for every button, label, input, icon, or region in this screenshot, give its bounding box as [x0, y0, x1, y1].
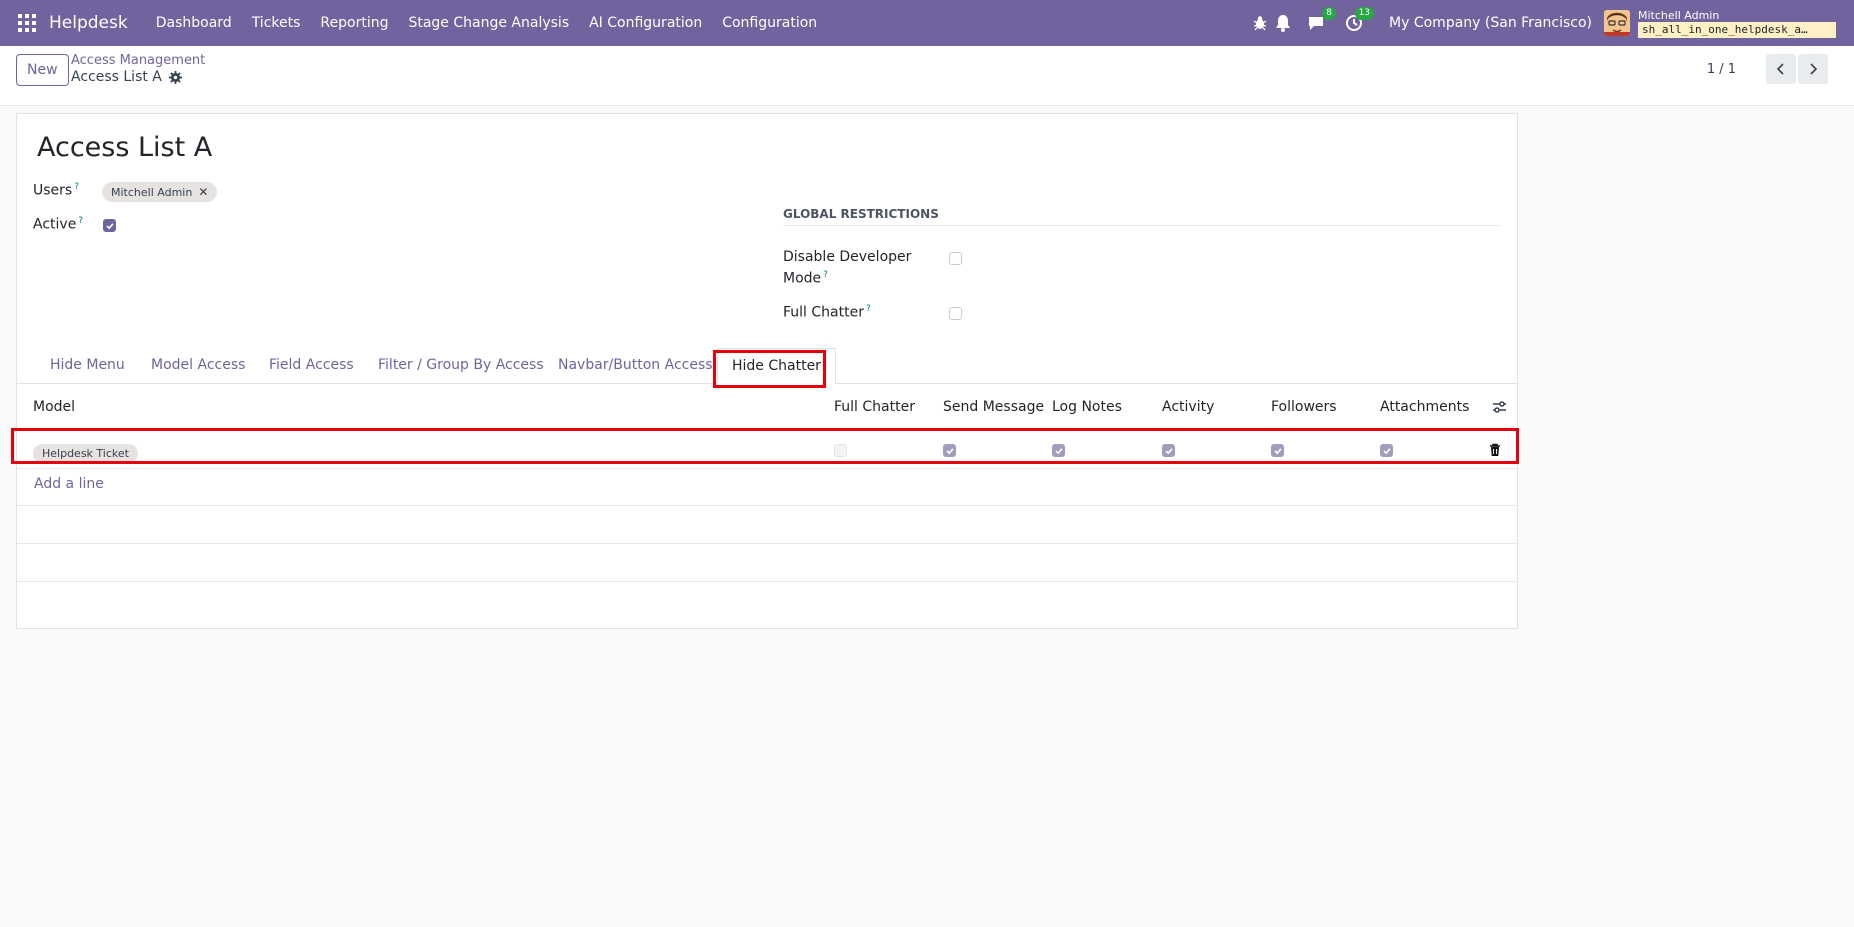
column-attachments[interactable]: Attachments: [1380, 399, 1469, 415]
full-chatter-label: Full Chatter?: [783, 304, 871, 321]
bell-icon[interactable]: [1275, 14, 1293, 32]
row-full-chatter-checkbox[interactable]: [834, 444, 847, 457]
user-menu[interactable]: Mitchell Admin sh_all_in_one_helpdesk_a…: [1638, 9, 1836, 38]
global-restrictions-title: GLOBAL RESTRICTIONS: [783, 207, 1501, 226]
row-divider: [17, 505, 1517, 506]
column-send-message[interactable]: Send Message: [943, 399, 1044, 415]
user-avatar[interactable]: [1604, 10, 1630, 36]
bug-icon[interactable]: [1253, 14, 1267, 32]
pager-next-button[interactable]: [1798, 54, 1828, 84]
record-title[interactable]: Access List A: [37, 132, 212, 163]
messages-count-badge: 8: [1322, 7, 1337, 20]
row-log-notes-checkbox[interactable]: [1052, 444, 1065, 457]
row-divider: [17, 543, 1517, 544]
notebook-tabs: Hide Menu Model Access Field Access Filt…: [17, 348, 1517, 384]
row-followers-checkbox[interactable]: [1271, 444, 1284, 457]
column-followers[interactable]: Followers: [1271, 399, 1337, 415]
trash-icon[interactable]: [1489, 443, 1501, 461]
user-tag[interactable]: Mitchell Admin ✕: [102, 182, 218, 202]
tab-filter-group-by-access[interactable]: Filter / Group By Access: [378, 348, 544, 384]
menu-stage-change-analysis[interactable]: Stage Change Analysis: [408, 15, 569, 31]
column-model[interactable]: Model: [33, 399, 75, 415]
pager-previous-button[interactable]: [1766, 54, 1796, 84]
remove-tag-icon[interactable]: ✕: [198, 185, 208, 199]
optional-columns-icon[interactable]: [1492, 400, 1507, 418]
current-record-name: Access List A: [71, 69, 162, 85]
model-tag[interactable]: Helpdesk Ticket: [33, 444, 138, 463]
apps-menu-icon[interactable]: [18, 14, 36, 32]
menu-dashboard[interactable]: Dashboard: [156, 15, 232, 31]
tab-model-access[interactable]: Model Access: [151, 348, 245, 384]
active-checkbox[interactable]: [103, 219, 116, 232]
company-switcher[interactable]: My Company (San Francisco): [1389, 15, 1592, 31]
new-button[interactable]: New: [16, 54, 69, 86]
help-icon: ?: [823, 270, 828, 280]
menu-configuration[interactable]: Configuration: [722, 15, 817, 31]
chevron-left-icon: [1776, 63, 1784, 75]
row-divider: [17, 581, 1517, 582]
help-icon: ?: [865, 304, 871, 314]
menu-tickets[interactable]: Tickets: [252, 15, 301, 31]
database-name: sh_all_in_one_helpdesk_a…: [1638, 21, 1836, 38]
column-full-chatter[interactable]: Full Chatter: [834, 399, 915, 415]
control-panel: New Access Management Access List A 1 / …: [0, 46, 1854, 106]
help-icon: ?: [74, 182, 79, 192]
chevron-right-icon: [1810, 63, 1818, 75]
help-icon: ?: [78, 216, 84, 226]
tab-hide-chatter[interactable]: Hide Chatter: [717, 348, 836, 384]
form-sheet: Access List A Users? Mitchell Admin ✕ Ac…: [16, 113, 1518, 629]
tab-navbar-button-access[interactable]: Navbar/Button Access: [558, 348, 713, 384]
row-send-message-checkbox[interactable]: [943, 444, 956, 457]
disable-dev-label-line1: Disable Developer: [783, 249, 912, 265]
tab-field-access[interactable]: Field Access: [269, 348, 354, 384]
top-navbar: Helpdesk Dashboard Tickets Reporting Sta…: [0, 0, 1854, 46]
table-row[interactable]: Helpdesk Ticket: [17, 432, 1517, 468]
header-divider: [17, 428, 1517, 429]
tab-hide-menu[interactable]: Hide Menu: [50, 348, 125, 384]
row-activity-checkbox[interactable]: [1162, 444, 1175, 457]
row-divider: [17, 468, 1517, 469]
user-name: Mitchell Admin: [1638, 8, 1720, 22]
users-label: Users?: [33, 182, 79, 199]
disable-dev-label-line2: Mode?: [783, 270, 828, 287]
column-activity[interactable]: Activity: [1162, 399, 1214, 415]
pager-value[interactable]: 1 / 1: [1707, 62, 1736, 77]
breadcrumb-access-management[interactable]: Access Management: [71, 53, 205, 68]
full-chatter-checkbox[interactable]: [949, 307, 962, 320]
disable-developer-mode-checkbox[interactable]: [949, 252, 962, 265]
gear-icon[interactable]: [168, 70, 182, 84]
app-brand[interactable]: Helpdesk: [49, 13, 128, 33]
clock-icon[interactable]: 13: [1345, 7, 1375, 32]
menu-ai-configuration[interactable]: AI Configuration: [589, 15, 702, 31]
breadcrumb-current: Access List A: [71, 69, 182, 85]
activities-count-badge: 13: [1354, 7, 1375, 20]
add-a-line-link[interactable]: Add a line: [34, 476, 104, 492]
active-label: Active?: [33, 216, 84, 233]
chat-icon[interactable]: 8: [1307, 7, 1337, 32]
column-log-notes[interactable]: Log Notes: [1052, 399, 1122, 415]
row-attachments-checkbox[interactable]: [1380, 444, 1393, 457]
menu-reporting[interactable]: Reporting: [320, 15, 388, 31]
